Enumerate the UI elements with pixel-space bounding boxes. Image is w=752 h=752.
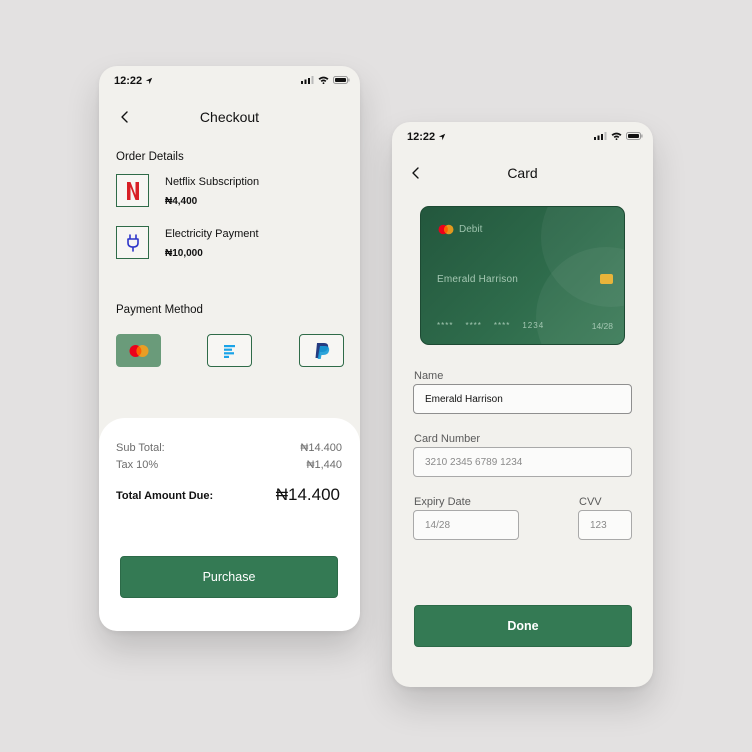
cvv-label: CVV (579, 496, 602, 508)
chip-icon (600, 274, 613, 284)
card-type: Debit (459, 224, 483, 235)
payment-option-bank-app[interactable] (207, 334, 252, 367)
tax-value: ₦1,440 (306, 459, 342, 471)
order-item-name: Netflix Subscription (165, 176, 260, 188)
tax-label: Tax 10% (116, 459, 159, 471)
total-value: ₦14.400 (275, 485, 340, 504)
status-time: 12:22 (407, 131, 436, 143)
card-number-masked: **** **** **** 1234 (437, 321, 556, 330)
signal-icon (594, 132, 607, 140)
name-field[interactable] (413, 384, 632, 414)
bank-app-icon (223, 344, 235, 358)
card-holder-name: Emerald Harrison (437, 274, 519, 285)
page-title: Checkout (199, 109, 260, 125)
total-label: Total Amount Due: (116, 490, 214, 502)
status-icons (594, 132, 643, 140)
status-bar: 12:22 (392, 122, 653, 152)
expiry-date-field[interactable] (413, 510, 519, 540)
subtotal-value: ₦14.400 (300, 442, 342, 454)
checkout-screen: 12:22 Checkout Order Details Netflix Sub… (99, 66, 360, 631)
signal-icon (301, 76, 314, 84)
page-title: Card (507, 165, 538, 181)
card-expiry: 14/28 (591, 321, 613, 331)
status-time: 12:22 (114, 75, 143, 87)
expiry-date-label: Expiry Date (414, 496, 471, 508)
card-screen: 12:22 Card Debit Emerald Harrison **** **… (392, 122, 653, 687)
done-button[interactable]: Done (414, 605, 632, 647)
name-label: Name (414, 370, 444, 382)
order-item-netflix: Netflix Subscription ₦4,400 (116, 174, 346, 210)
card-number-label: Card Number (414, 433, 481, 445)
card-digit-group: **** (493, 321, 511, 330)
card-digit-group: **** (437, 321, 454, 330)
cvv-field[interactable] (578, 510, 632, 540)
status-icons (301, 76, 350, 84)
purchase-button[interactable]: Purchase (120, 556, 338, 598)
payment-method-title: Payment Method (116, 304, 203, 316)
location-arrow-icon (145, 77, 153, 85)
netflix-icon (116, 174, 149, 207)
order-item-price: ₦4,400 (165, 196, 198, 207)
mastercard-icon (129, 344, 148, 357)
debit-card-preview: Debit Emerald Harrison **** **** **** 1234 … (420, 206, 625, 345)
order-item-electricity: Electricity Payment ₦10,000 (116, 226, 346, 262)
card-digit-group: **** (465, 321, 482, 330)
order-summary-panel: Sub Total: ₦14.400 Tax 10% ₦1,440 Total … (99, 418, 360, 631)
battery-icon (626, 132, 643, 140)
paypal-icon (315, 342, 329, 359)
payment-option-paypal[interactable] (299, 334, 344, 367)
wifi-icon (611, 132, 622, 140)
order-item-name: Electricity Payment (165, 228, 259, 240)
order-item-price: ₦10,000 (165, 248, 203, 259)
order-details-title: Order Details (116, 151, 184, 163)
wifi-icon (318, 76, 329, 84)
card-number-field[interactable] (413, 447, 632, 477)
battery-icon (333, 76, 350, 84)
location-arrow-icon (438, 133, 446, 141)
subtotal-label: Sub Total: (116, 442, 165, 454)
card-digit-group: 1234 (522, 321, 545, 330)
plug-icon (116, 226, 149, 259)
status-bar: 12:22 (99, 66, 360, 96)
payment-option-mastercard[interactable] (116, 334, 161, 367)
mastercard-icon (438, 224, 454, 235)
